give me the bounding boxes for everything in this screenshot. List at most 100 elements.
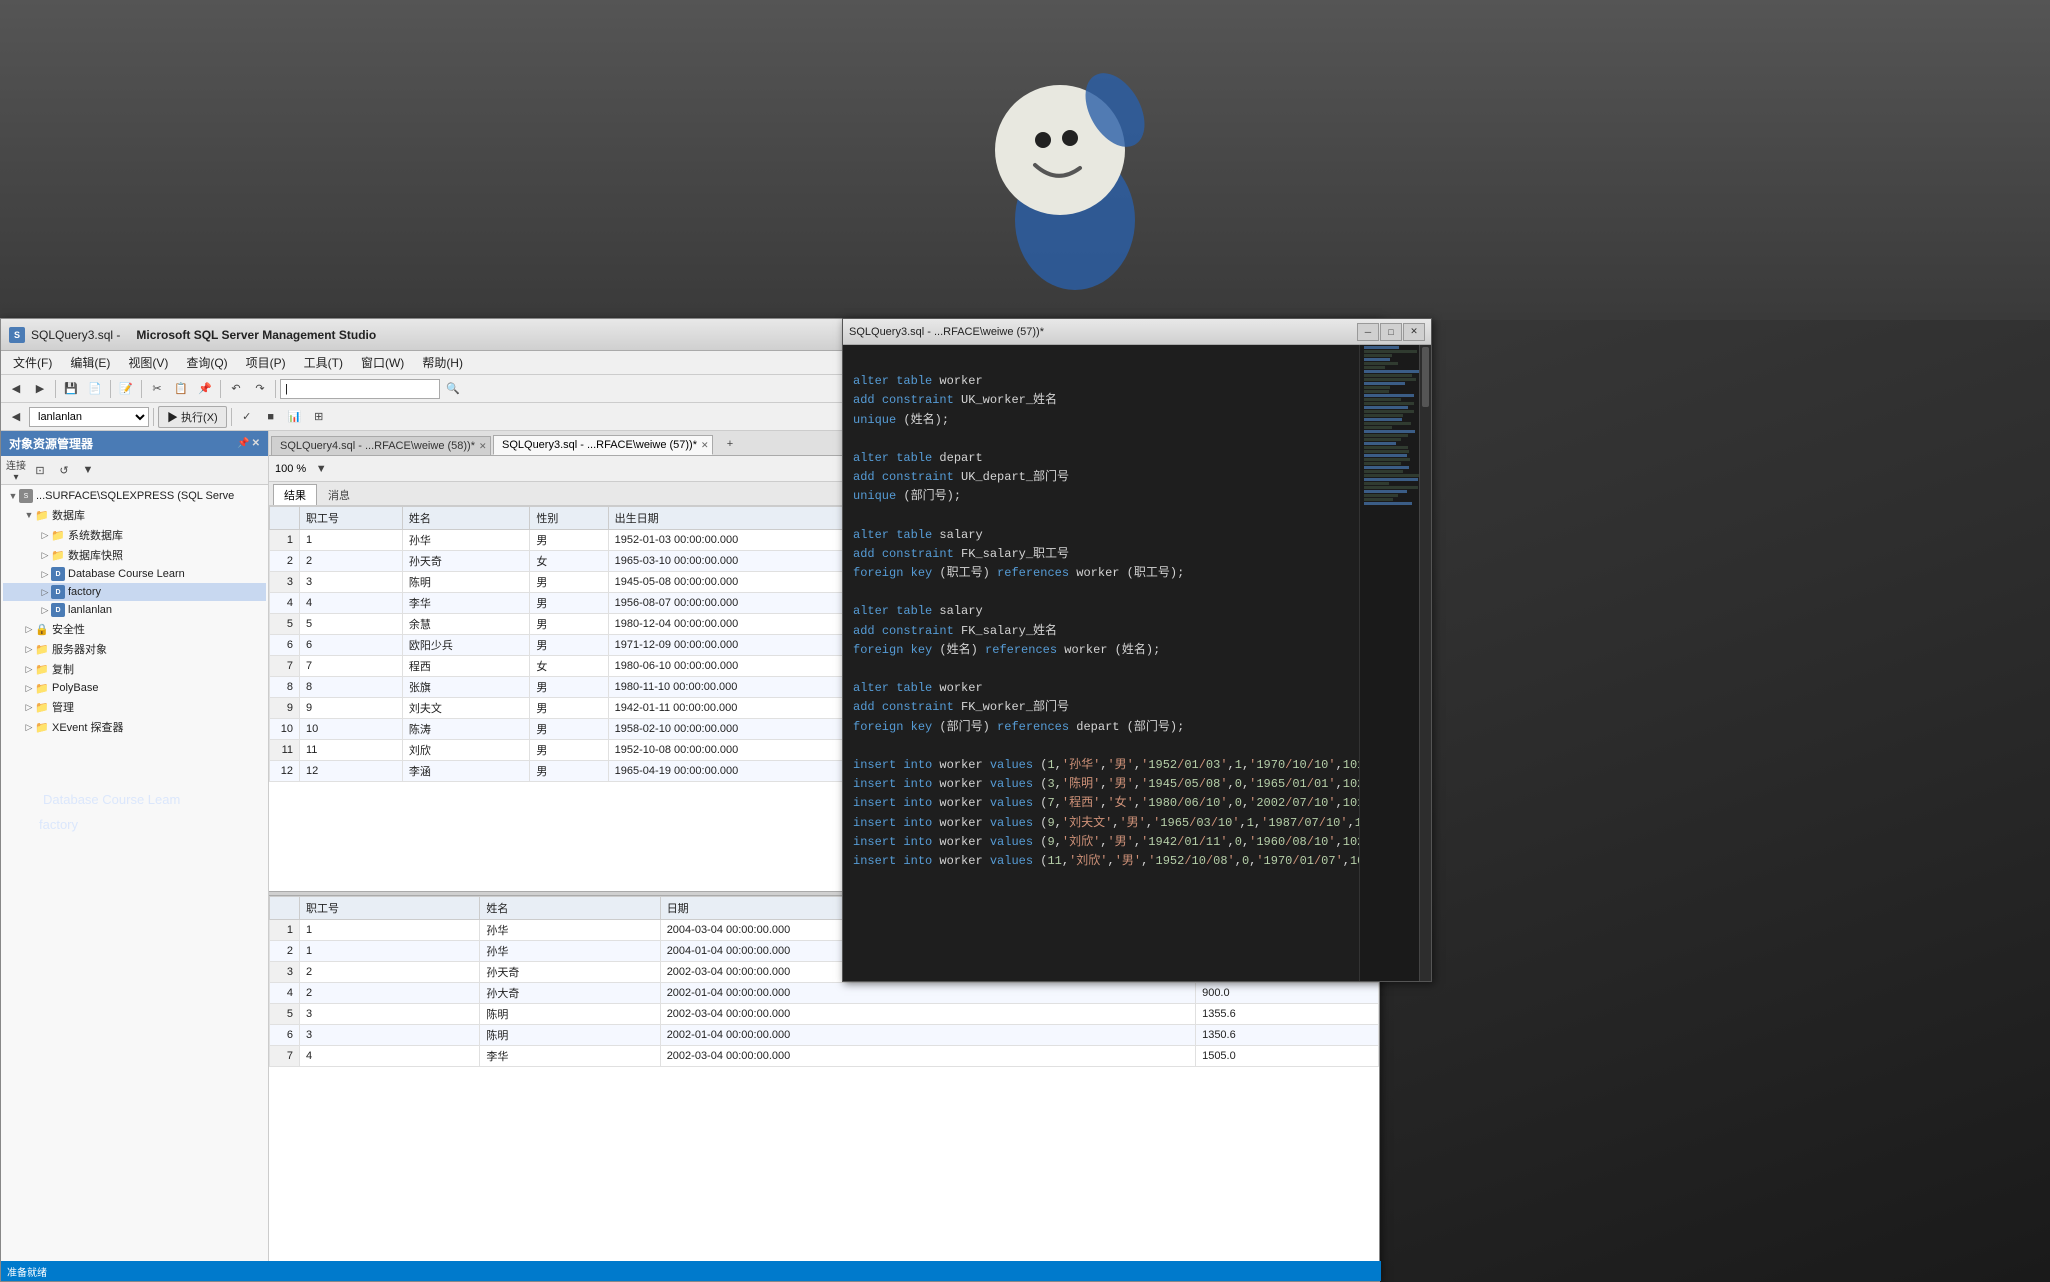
tree-server[interactable]: ▼ S ...SURFACE\SQLEXPRESS (SQL Serve: [3, 487, 266, 505]
code-line: foreign key (职工号) references worker (职工号…: [851, 564, 1351, 583]
menu-query[interactable]: 查询(Q): [178, 352, 235, 373]
snap-expand: ▷: [39, 549, 51, 561]
undo-btn[interactable]: ↶: [225, 378, 247, 400]
scroll-thumb[interactable]: [1422, 347, 1429, 407]
databases-folder-icon: 📁: [35, 508, 49, 522]
row-number: 8: [270, 677, 300, 698]
back-btn[interactable]: ◀: [5, 378, 27, 400]
minimap-line: [1364, 406, 1408, 409]
oe-disconnect-btn[interactable]: ⊡: [29, 459, 51, 481]
cell: 男: [530, 677, 608, 698]
col-gender: 性别: [530, 507, 608, 530]
cell: 1355.6: [1196, 1004, 1379, 1025]
minimap-line: [1364, 482, 1389, 485]
tree-replication[interactable]: ▷ 📁 复制: [3, 659, 266, 679]
minimap-line: [1364, 450, 1409, 453]
new-query-btn[interactable]: 📝: [115, 378, 137, 400]
oe-pin[interactable]: 📌: [237, 438, 249, 449]
replication-icon: 📁: [35, 662, 49, 676]
tab4-close[interactable]: ✕: [479, 440, 487, 452]
search-input[interactable]: [280, 379, 440, 399]
tree-xevent[interactable]: ▷ 📁 XEvent 探查器: [3, 717, 266, 737]
editor-maximize[interactable]: □: [1380, 323, 1402, 341]
oe-connect-btn[interactable]: 连接▾: [5, 459, 27, 481]
menu-window[interactable]: 窗口(W): [353, 352, 412, 373]
db-course-icon: D: [51, 567, 65, 581]
results-tab[interactable]: 结果: [273, 484, 317, 505]
db-lan-icon: D: [51, 603, 65, 617]
tab-query4[interactable]: SQLQuery4.sql - ...RFACE\weiwe (58))* ✕: [271, 436, 491, 455]
cell: 孙天奇: [480, 962, 660, 983]
tab3-close[interactable]: ✕: [701, 439, 709, 451]
results-btn[interactable]: 📊: [284, 406, 306, 428]
oe-content: ▼ S ...SURFACE\SQLEXPRESS (SQL Serve ▼ 📁…: [1, 485, 268, 1281]
redo-btn[interactable]: ↷: [249, 378, 271, 400]
minimap-line: [1364, 474, 1419, 477]
cancel-btn[interactable]: ■: [260, 406, 282, 428]
tab3-label: SQLQuery3.sql - ...RFACE\weiwe (57))*: [502, 439, 697, 451]
tree-system-dbs[interactable]: ▷ 📁 系统数据库: [3, 525, 266, 545]
messages-tab[interactable]: 消息: [317, 484, 361, 505]
oe-refresh-btn[interactable]: ↺: [53, 459, 75, 481]
management-icon: 📁: [35, 700, 49, 714]
save-btn[interactable]: 💾: [60, 378, 82, 400]
tree-db-course[interactable]: ▷ D Database Course Learn: [3, 565, 266, 583]
paste-btn[interactable]: 📌: [194, 378, 216, 400]
table-row: 42孙大奇2002-01-04 00:00:00.000900.0: [270, 983, 1379, 1004]
row-number: 2: [270, 551, 300, 572]
tree-security[interactable]: ▷ 🔒 安全性: [3, 619, 266, 639]
tree-management[interactable]: ▷ 📁 管理: [3, 697, 266, 717]
tree-db-lanlanlan[interactable]: ▷ D lanlanlan: [3, 601, 266, 619]
editor-code-area[interactable]: alter table workeradd constraint UK_work…: [843, 345, 1359, 981]
save-all-btn[interactable]: 📄: [84, 378, 106, 400]
tree-databases[interactable]: ▼ 📁 数据库: [3, 505, 266, 525]
tab-query3[interactable]: SQLQuery3.sql - ...RFACE\weiwe (57))* ✕: [493, 435, 713, 455]
search-btn[interactable]: 🔍: [442, 378, 464, 400]
grid-btn[interactable]: ⊞: [308, 406, 330, 428]
editor-scrollbar[interactable]: [1419, 345, 1431, 981]
tree-db-snapshots[interactable]: ▷ 📁 数据库快照: [3, 545, 266, 565]
oe-filter-btn[interactable]: ▼: [77, 459, 99, 481]
menu-help[interactable]: 帮助(H): [414, 352, 471, 373]
zoom-dropdown[interactable]: ▼: [310, 458, 332, 480]
minimap-line: [1364, 422, 1411, 425]
cell: 孙天奇: [402, 551, 530, 572]
minimap-line: [1364, 402, 1414, 405]
editor-minimize[interactable]: ─: [1357, 323, 1379, 341]
system-dbs-label: 系统数据库: [68, 527, 123, 543]
tree-server-objects[interactable]: ▷ 📁 服务器对象: [3, 639, 266, 659]
menu-file[interactable]: 文件(F): [5, 352, 60, 373]
factory-expand: ▷: [39, 586, 51, 598]
editor-close[interactable]: ✕: [1403, 323, 1425, 341]
menu-tools[interactable]: 工具(T): [296, 352, 351, 373]
menu-edit[interactable]: 编辑(E): [62, 352, 118, 373]
cut-btn[interactable]: ✂: [146, 378, 168, 400]
cell: 1505.0: [1196, 1046, 1379, 1067]
security-label: 安全性: [52, 621, 85, 637]
cell: 女: [530, 656, 608, 677]
minimap-line: [1364, 454, 1407, 457]
database-selector[interactable]: lanlanlan: [29, 407, 149, 427]
minimap-line: [1364, 362, 1398, 365]
xevent-label: XEvent 探查器: [52, 719, 124, 735]
cell: 李涵: [402, 761, 530, 782]
tree-db-factory[interactable]: ▷ D factory: [3, 583, 266, 601]
minimap-line: [1364, 502, 1412, 505]
code-line: [851, 430, 1351, 449]
menu-project[interactable]: 项目(P): [238, 352, 294, 373]
menu-view[interactable]: 视图(V): [120, 352, 176, 373]
cell: 男: [530, 719, 608, 740]
minimap-line: [1364, 478, 1418, 481]
code-line: alter table worker: [851, 372, 1351, 391]
databases-label: 数据库: [52, 507, 85, 523]
forward-btn[interactable]: ▶: [29, 378, 51, 400]
tb2-btn1[interactable]: ◀: [5, 406, 27, 428]
minimap-line: [1364, 394, 1414, 397]
oe-close[interactable]: ✕: [252, 438, 260, 449]
new-tab-btn[interactable]: +: [719, 433, 741, 455]
copy-btn[interactable]: 📋: [170, 378, 192, 400]
minimap-line: [1364, 470, 1403, 473]
tree-polybase[interactable]: ▷ 📁 PolyBase: [3, 679, 266, 697]
execute-button[interactable]: ▶ 执行(X): [158, 406, 227, 428]
parse-btn[interactable]: ✓: [236, 406, 258, 428]
